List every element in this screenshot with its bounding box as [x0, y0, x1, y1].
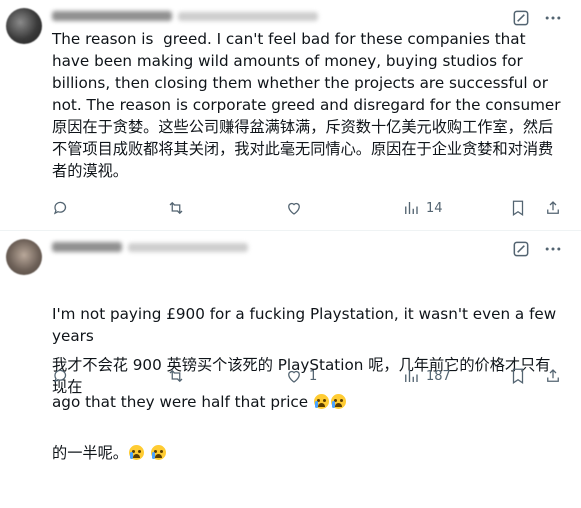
share-icon — [547, 201, 559, 214]
reply-icon — [53, 201, 67, 215]
retweet-button[interactable] — [167, 367, 185, 385]
like-icon — [288, 202, 300, 215]
bookmark-icon — [512, 368, 524, 384]
bookmark-icon — [512, 200, 524, 216]
bookmark-button[interactable] — [509, 367, 527, 385]
views-button[interactable]: 187 — [402, 367, 451, 385]
retweet-icon — [169, 201, 183, 215]
post-text-chinese-line2: 的一半呢。 — [52, 442, 564, 464]
avatar[interactable] — [6, 8, 42, 44]
crying-face-emoji — [150, 445, 166, 460]
retweet-icon — [169, 369, 183, 383]
post-header — [52, 6, 318, 26]
reply-icon — [53, 369, 67, 383]
post-actions: 1 187 — [52, 365, 572, 387]
author-handle-redacted[interactable] — [128, 242, 248, 252]
reply-button[interactable] — [52, 199, 70, 217]
share-button[interactable] — [544, 199, 562, 217]
crying-face-emoji — [128, 445, 144, 460]
post-actions: 14 — [52, 197, 572, 219]
share-icon — [547, 369, 559, 382]
like-button[interactable] — [285, 199, 303, 217]
like-button[interactable]: 1 — [285, 367, 317, 385]
post-1: The reason is greed. I can't feel bad fo… — [0, 0, 581, 230]
avatar[interactable] — [6, 239, 42, 275]
views-count: 187 — [426, 368, 451, 384]
share-button[interactable] — [544, 367, 562, 385]
post-text-chinese: 我才不会花 900 英镑买个该死的 PlayStation 呢，几年前它的价格才… — [52, 310, 564, 508]
views-icon — [405, 370, 418, 382]
retweet-button[interactable] — [167, 199, 185, 217]
reply-button[interactable] — [52, 367, 70, 385]
post-2: I'm not paying £900 for a fucking Playst… — [0, 230, 581, 462]
author-handle-redacted[interactable] — [178, 11, 318, 21]
like-count: 1 — [309, 368, 318, 384]
bookmark-button[interactable] — [509, 199, 527, 217]
views-button[interactable]: 14 — [402, 199, 443, 217]
post-header — [52, 237, 248, 257]
views-icon — [405, 202, 418, 214]
like-icon — [288, 370, 300, 383]
post-text-chinese: 原因在于贪婪。这些公司赚得盆满钵满，斥资数十亿美元收购工作室，然后不管项目成败都… — [52, 118, 554, 180]
post-text-english: The reason is greed. I can't feel bad fo… — [52, 30, 561, 114]
author-name-redacted[interactable] — [52, 11, 172, 21]
author-name-redacted[interactable] — [52, 242, 122, 252]
views-count: 14 — [426, 200, 443, 216]
